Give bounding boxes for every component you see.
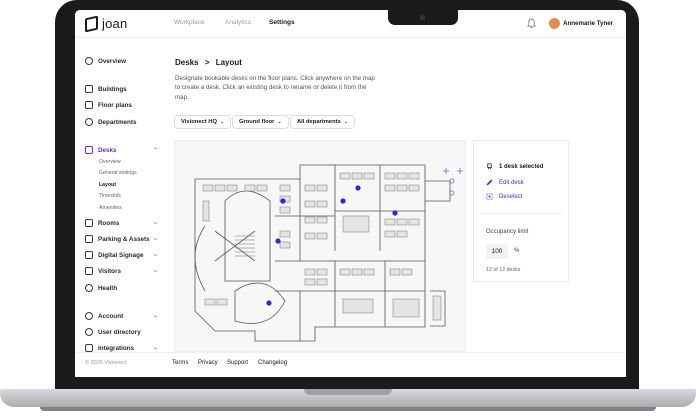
sidebar-subitem-layout[interactable]: Layout xyxy=(99,182,116,188)
sidebar-item-desks[interactable]: Desks xyxy=(85,146,117,154)
room-icon xyxy=(85,219,93,227)
footer xyxy=(75,352,626,377)
chevron-up-icon[interactable]: ⌃ xyxy=(153,147,158,154)
building-select[interactable]: Visionect HQ ⌄ xyxy=(174,115,232,129)
top-bar: joan Workplace Analytics Settings Annema… xyxy=(75,10,626,38)
nav-workplace[interactable]: Workplace xyxy=(174,19,205,26)
logo-icon xyxy=(85,15,98,32)
floor-select-value: Ground floor xyxy=(239,119,275,125)
laptop-base-notch xyxy=(304,389,392,395)
sidebar-item-buildings[interactable]: Buildings xyxy=(85,85,127,93)
chair-icon xyxy=(487,163,492,170)
sidebar-item-departments[interactable]: Departments xyxy=(85,118,137,126)
floor-plan-drawing xyxy=(194,164,463,342)
nav-analytics[interactable]: Analytics xyxy=(225,19,251,26)
integrations-icon xyxy=(85,344,93,352)
sidebar-subitem-general-settings[interactable]: General settings xyxy=(99,170,137,176)
chevron-down-icon[interactable]: ⌄ xyxy=(153,219,158,226)
footer-link-changelog[interactable]: Changelog xyxy=(258,360,287,366)
logo-text: joan xyxy=(102,16,128,31)
chevron-down-icon: ⌄ xyxy=(343,119,349,125)
breadcrumb-separator: > xyxy=(204,58,210,67)
chevron-down-icon: ⌄ xyxy=(219,119,225,125)
panel-divider xyxy=(482,213,562,214)
joan-logo[interactable]: joan xyxy=(85,15,128,32)
map-icon xyxy=(85,101,93,109)
chevron-down-icon[interactable]: ⌄ xyxy=(153,251,158,258)
sidebar-item-digital-signage[interactable]: Digital Signage xyxy=(85,251,143,259)
sidebar-item-visitors[interactable]: Visitors xyxy=(85,267,121,275)
visitor-icon xyxy=(85,267,93,275)
floor-select[interactable]: Ground floor ⌄ xyxy=(232,115,289,129)
chevron-down-icon: ⌄ xyxy=(277,119,282,125)
chevron-down-icon[interactable]: ⌄ xyxy=(153,267,158,274)
sidebar-item-account[interactable]: Account xyxy=(85,312,123,320)
shield-icon xyxy=(85,284,93,292)
sidebar-item-rooms[interactable]: Rooms xyxy=(85,219,119,227)
occupancy-unit: % xyxy=(514,248,520,254)
floor-plan-map[interactable] xyxy=(174,140,466,352)
globe-icon xyxy=(85,57,93,65)
sidebar-subitem-amenities[interactable]: Amenities xyxy=(99,205,122,211)
breadcrumb-parent[interactable]: Desks xyxy=(175,58,199,67)
sidebar-subitem-timeslots[interactable]: Timeslots xyxy=(99,193,121,199)
building-select-value: Visionect HQ xyxy=(181,119,217,125)
deselect-label: Deselect xyxy=(499,193,523,200)
nav-settings[interactable]: Settings xyxy=(269,19,295,26)
sidebar-item-overview[interactable]: Overview xyxy=(85,57,126,65)
grid-icon xyxy=(85,235,93,243)
sidebar-item-user-directory[interactable]: User directory xyxy=(85,328,141,336)
chevron-down-icon[interactable]: ⌄ xyxy=(153,312,158,319)
laptop-mockup: joan Workplace Analytics Settings Annema… xyxy=(0,0,696,420)
camera-notch xyxy=(388,10,458,25)
user-name[interactable]: Annemarie Tyner xyxy=(563,20,613,27)
desk-count: 12 of 12 desks xyxy=(486,267,521,273)
deselect-icon xyxy=(486,193,493,200)
footer-link-privacy[interactable]: Privacy xyxy=(198,360,218,366)
edit-desk-button[interactable]: Edit desk xyxy=(486,179,524,186)
selected-count: 1 desk selected xyxy=(499,163,544,170)
footer-link-support[interactable]: Support xyxy=(227,360,248,366)
department-select[interactable]: All departments ⌄ xyxy=(290,115,356,129)
desk-panel: 1 desk selected Edit desk Deselect Occup… xyxy=(473,140,569,282)
edit-desk-label: Edit desk xyxy=(499,179,524,186)
sidebar-item-health[interactable]: Health xyxy=(85,284,117,292)
selected-desk-row: 1 desk selected xyxy=(486,163,543,170)
pencil-icon xyxy=(486,179,493,186)
chevron-down-icon[interactable]: ⌄ xyxy=(153,235,158,242)
laptop-foot xyxy=(40,407,656,411)
avatar[interactable] xyxy=(549,18,560,29)
chevron-down-icon[interactable]: ⌄ xyxy=(153,344,158,351)
page-description: Designate bookable desks on the floor pl… xyxy=(175,75,375,101)
account-icon xyxy=(85,312,93,320)
sidebar-item-integrations[interactable]: Integrations xyxy=(85,344,134,352)
sidebar-item-floor-plans[interactable]: Floor plans xyxy=(85,101,132,109)
people-icon xyxy=(85,118,93,126)
breadcrumb-current: Layout xyxy=(215,58,242,67)
occupancy-label: Occupancy limit xyxy=(486,229,529,235)
occupancy-input[interactable]: 100 xyxy=(486,244,508,259)
users-icon xyxy=(85,328,93,336)
sidebar-subitem-overview[interactable]: Overview xyxy=(99,159,121,165)
copyright: © 2026 Visionect xyxy=(85,360,127,366)
sidebar-item-parking-assets[interactable]: Parking & Assets xyxy=(85,235,150,243)
bell-icon[interactable] xyxy=(527,18,536,29)
deselect-button[interactable]: Deselect xyxy=(486,193,522,200)
signage-icon xyxy=(85,251,93,259)
desk-icon xyxy=(85,146,93,154)
footer-link-terms[interactable]: Terms xyxy=(172,360,188,366)
building-icon xyxy=(85,85,93,93)
breadcrumb: Desks > Layout xyxy=(175,58,242,67)
app-screen: joan Workplace Analytics Settings Annema… xyxy=(75,10,626,377)
department-select-value: All departments xyxy=(297,119,341,125)
